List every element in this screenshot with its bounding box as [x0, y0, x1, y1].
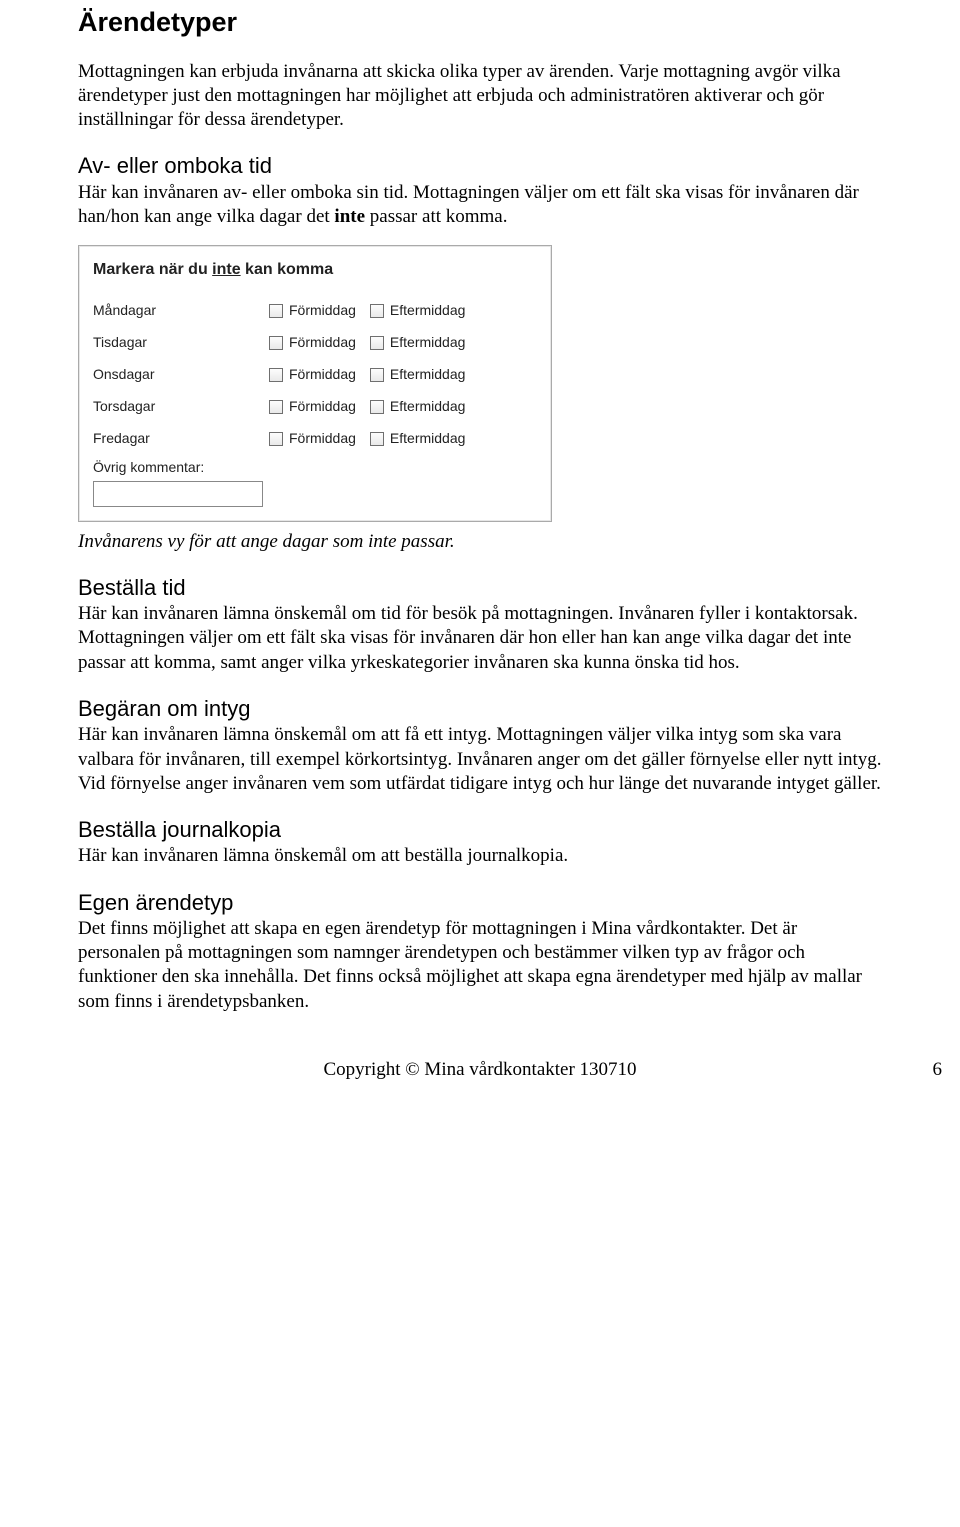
day-label: Måndagar	[93, 302, 269, 320]
checkbox-fredag-em[interactable]	[370, 432, 384, 446]
checkbox-label-fm: Förmiddag	[289, 398, 356, 416]
body-begaran: Här kan invånaren lämna önskemål om att …	[78, 723, 882, 796]
checkbox-label-em: Eftermiddag	[390, 398, 465, 416]
checkbox-label-fm: Förmiddag	[289, 302, 356, 320]
heading-egen: Egen ärendetyp	[78, 889, 882, 917]
day-row: Tisdagar Förmiddag Eftermiddag	[93, 327, 537, 359]
copyright: Copyright © Mina vårdkontakter 130710	[323, 1059, 636, 1080]
body-egen: Det finns möjlighet att skapa en egen är…	[78, 917, 882, 1014]
checkbox-label-fm: Förmiddag	[289, 334, 356, 352]
checkbox-onsdag-fm[interactable]	[269, 368, 283, 382]
day-row: Måndagar Förmiddag Eftermiddag	[93, 295, 537, 327]
checkbox-torsdag-fm[interactable]	[269, 400, 283, 414]
day-label: Fredagar	[93, 430, 269, 448]
checkbox-label-em: Eftermiddag	[390, 334, 465, 352]
body-bestalla: Här kan invånaren lämna önskemål om tid …	[78, 602, 882, 675]
form-title: Markera när du inte kan komma	[93, 260, 537, 280]
form-caption: Invånarens vy för att ange dagar som int…	[78, 530, 882, 554]
checkbox-label-em: Eftermiddag	[390, 430, 465, 448]
checkbox-tisdag-em[interactable]	[370, 336, 384, 350]
day-label: Onsdagar	[93, 366, 269, 384]
intro-paragraph: Mottagningen kan erbjuda invånarna att s…	[78, 60, 882, 133]
heading-journal: Beställa journalkopia	[78, 816, 882, 844]
day-label: Torsdagar	[93, 398, 269, 416]
day-row: Torsdagar Förmiddag Eftermiddag	[93, 391, 537, 423]
page-title: Ärendetyper	[78, 5, 882, 40]
comment-label: Övrig kommentar:	[93, 459, 537, 477]
day-row: Onsdagar Förmiddag Eftermiddag	[93, 359, 537, 391]
heading-bestalla: Beställa tid	[78, 574, 882, 602]
checkbox-label-fm: Förmiddag	[289, 366, 356, 384]
checkbox-label-fm: Förmiddag	[289, 430, 356, 448]
day-label: Tisdagar	[93, 334, 269, 352]
heading-begaran: Begäran om intyg	[78, 695, 882, 723]
checkbox-onsdag-em[interactable]	[370, 368, 384, 382]
checkbox-mandag-em[interactable]	[370, 304, 384, 318]
footer: Copyright © Mina vårdkontakter 130710 6	[78, 1058, 882, 1082]
heading-avboka: Av- eller omboka tid	[78, 152, 882, 180]
body-journal: Här kan invånaren lämna önskemål om att …	[78, 844, 882, 868]
comment-input[interactable]	[93, 481, 263, 507]
checkbox-label-em: Eftermiddag	[390, 302, 465, 320]
body-avboka: Här kan invånaren av- eller omboka sin t…	[78, 181, 882, 230]
checkbox-torsdag-em[interactable]	[370, 400, 384, 414]
page-number: 6	[933, 1058, 943, 1082]
checkbox-fredag-fm[interactable]	[269, 432, 283, 446]
checkbox-mandag-fm[interactable]	[269, 304, 283, 318]
availability-form: Markera när du inte kan komma Måndagar F…	[78, 245, 552, 521]
checkbox-label-em: Eftermiddag	[390, 366, 465, 384]
checkbox-tisdag-fm[interactable]	[269, 336, 283, 350]
day-row: Fredagar Förmiddag Eftermiddag	[93, 423, 537, 455]
